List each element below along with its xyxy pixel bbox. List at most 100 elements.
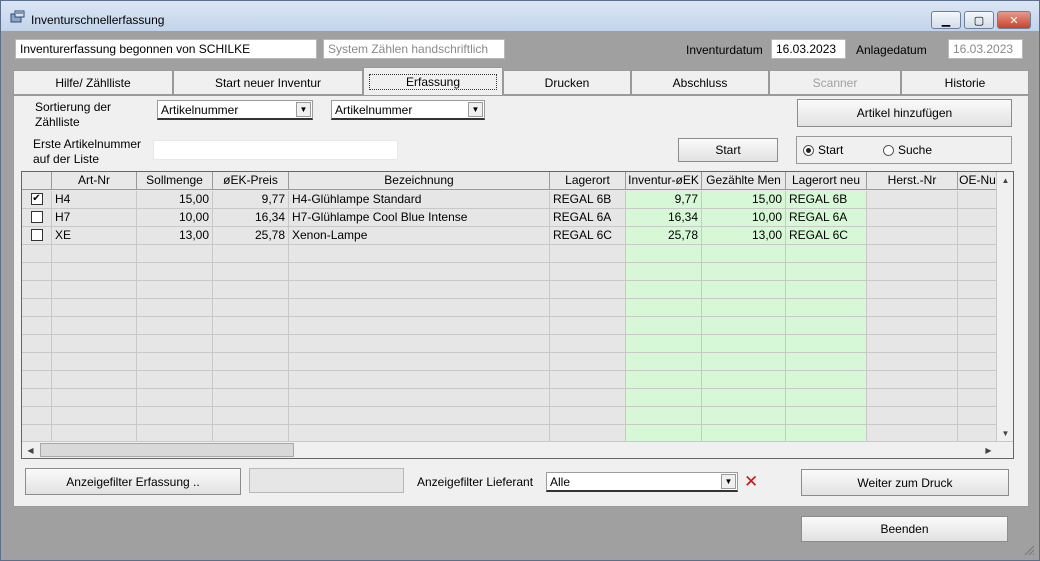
bezeichnung-cell[interactable] (289, 335, 550, 353)
inventur-ek-cell[interactable] (626, 353, 702, 371)
col-header-ek-preis[interactable]: øEK-Preis (213, 172, 289, 190)
lagerort-cell[interactable]: REGAL 6B (550, 191, 626, 209)
ek-preis-cell[interactable]: 16,34 (213, 209, 289, 227)
lagerort-cell[interactable]: REGAL 6A (550, 209, 626, 227)
ek-preis-cell[interactable] (213, 263, 289, 281)
inventur-ek-cell[interactable]: 16,34 (626, 209, 702, 227)
row-checkbox-cell[interactable] (22, 335, 52, 353)
herst-nr-cell[interactable] (867, 191, 958, 209)
lagerort-cell[interactable] (550, 407, 626, 425)
art-nr-cell[interactable]: XE (52, 227, 137, 245)
herst-nr-cell[interactable] (867, 281, 958, 299)
gezaehlte-menge-cell[interactable] (702, 353, 786, 371)
chevron-down-icon[interactable]: ▼ (468, 102, 483, 117)
row-checkbox-cell[interactable] (22, 299, 52, 317)
art-nr-cell[interactable] (52, 335, 137, 353)
ek-preis-cell[interactable] (213, 299, 289, 317)
empty-table-row[interactable] (22, 281, 998, 299)
add-article-button[interactable]: Artikel hinzufügen (797, 99, 1012, 127)
inventur-ek-cell[interactable]: 25,78 (626, 227, 702, 245)
art-nr-cell[interactable] (52, 299, 137, 317)
ek-preis-cell[interactable]: 9,77 (213, 191, 289, 209)
gezaehlte-menge-cell[interactable] (702, 299, 786, 317)
oe-nr-cell[interactable] (958, 371, 998, 389)
bezeichnung-cell[interactable]: H4-Glühlampe Standard (289, 191, 550, 209)
bezeichnung-cell[interactable]: H7-Glühlampe Cool Blue Intense (289, 209, 550, 227)
herst-nr-cell[interactable] (867, 209, 958, 227)
resize-grip-icon[interactable] (1023, 544, 1035, 556)
inventory-date-field[interactable]: 16.03.2023 (771, 39, 846, 59)
first-item-input[interactable] (153, 140, 398, 160)
table-row[interactable]: XE 13,00 25,78 Xenon-Lampe REGAL 6C 25,78 13,0… (22, 227, 998, 245)
row-checkbox-cell[interactable] (22, 353, 52, 371)
oe-nr-cell[interactable] (958, 389, 998, 407)
ek-preis-cell[interactable] (213, 317, 289, 335)
minimize-button[interactable]: ▁ (931, 11, 961, 29)
col-header-inventur-ek[interactable]: Inventur-øEK (626, 172, 702, 190)
row-checkbox-cell[interactable] (22, 281, 52, 299)
sollmenge-cell[interactable] (137, 353, 213, 371)
art-nr-cell[interactable] (52, 281, 137, 299)
sollmenge-cell[interactable] (137, 263, 213, 281)
sort-select-2[interactable]: Artikelnummer ▼ (331, 100, 485, 120)
ek-preis-cell[interactable] (213, 407, 289, 425)
inventur-ek-cell[interactable] (626, 245, 702, 263)
gezaehlte-menge-cell[interactable]: 15,00 (702, 191, 786, 209)
lagerort-cell[interactable] (550, 371, 626, 389)
tab-erfassung[interactable]: Erfassung (363, 67, 503, 95)
lagerort-neu-cell[interactable] (786, 317, 867, 335)
maximize-button[interactable]: ▢ (964, 11, 994, 29)
ek-preis-cell[interactable] (213, 353, 289, 371)
empty-table-row[interactable] (22, 353, 998, 371)
gezaehlte-menge-cell[interactable] (702, 389, 786, 407)
oe-nr-cell[interactable] (958, 191, 998, 209)
inventur-ek-cell[interactable] (626, 407, 702, 425)
bezeichnung-cell[interactable] (289, 245, 550, 263)
ek-preis-cell[interactable] (213, 281, 289, 299)
inventur-ek-cell[interactable]: 9,77 (626, 191, 702, 209)
gezaehlte-menge-cell[interactable] (702, 371, 786, 389)
gezaehlte-menge-cell[interactable]: 10,00 (702, 209, 786, 227)
ek-preis-cell[interactable] (213, 371, 289, 389)
gezaehlte-menge-cell[interactable] (702, 263, 786, 281)
clear-filter-icon[interactable]: ✕ (744, 472, 758, 492)
bezeichnung-cell[interactable] (289, 299, 550, 317)
oe-nr-cell[interactable] (958, 281, 998, 299)
ek-preis-cell[interactable] (213, 389, 289, 407)
lagerort-neu-cell[interactable] (786, 299, 867, 317)
inventur-ek-cell[interactable] (626, 299, 702, 317)
tab-abschluss[interactable]: Abschluss (631, 70, 769, 95)
lagerort-neu-cell[interactable] (786, 245, 867, 263)
bezeichnung-cell[interactable] (289, 353, 550, 371)
bezeichnung-cell[interactable] (289, 371, 550, 389)
display-filter-button[interactable]: Anzeigefilter Erfassung .. (25, 468, 241, 495)
inventur-ek-cell[interactable] (626, 335, 702, 353)
supplier-filter-select[interactable]: Alle ▼ (546, 472, 738, 492)
art-nr-cell[interactable]: H7 (52, 209, 137, 227)
gezaehlte-menge-cell[interactable] (702, 335, 786, 353)
lagerort-cell[interactable] (550, 245, 626, 263)
radio-start[interactable]: Start (803, 143, 843, 157)
sollmenge-cell[interactable] (137, 389, 213, 407)
herst-nr-cell[interactable] (867, 317, 958, 335)
sollmenge-cell[interactable] (137, 371, 213, 389)
inventur-ek-cell[interactable] (626, 389, 702, 407)
herst-nr-cell[interactable] (867, 299, 958, 317)
tab-drucken[interactable]: Drucken (503, 70, 631, 95)
row-checkbox-cell[interactable] (22, 245, 52, 263)
empty-table-row[interactable] (22, 317, 998, 335)
art-nr-cell[interactable] (52, 353, 137, 371)
table-row[interactable]: H7 10,00 16,34 H7-Glühlampe Cool Blue Inten… (22, 209, 998, 227)
col-header-art-nr[interactable]: Art-Nr (52, 172, 137, 190)
oe-nr-cell[interactable] (958, 317, 998, 335)
ek-preis-cell[interactable]: 25,78 (213, 227, 289, 245)
art-nr-cell[interactable] (52, 263, 137, 281)
ek-preis-cell[interactable] (213, 335, 289, 353)
art-nr-cell[interactable] (52, 407, 137, 425)
oe-nr-cell[interactable] (958, 407, 998, 425)
sollmenge-cell[interactable]: 15,00 (137, 191, 213, 209)
close-button[interactable]: ✕ (997, 11, 1031, 29)
lagerort-cell[interactable] (550, 281, 626, 299)
lagerort-cell[interactable] (550, 353, 626, 371)
herst-nr-cell[interactable] (867, 371, 958, 389)
